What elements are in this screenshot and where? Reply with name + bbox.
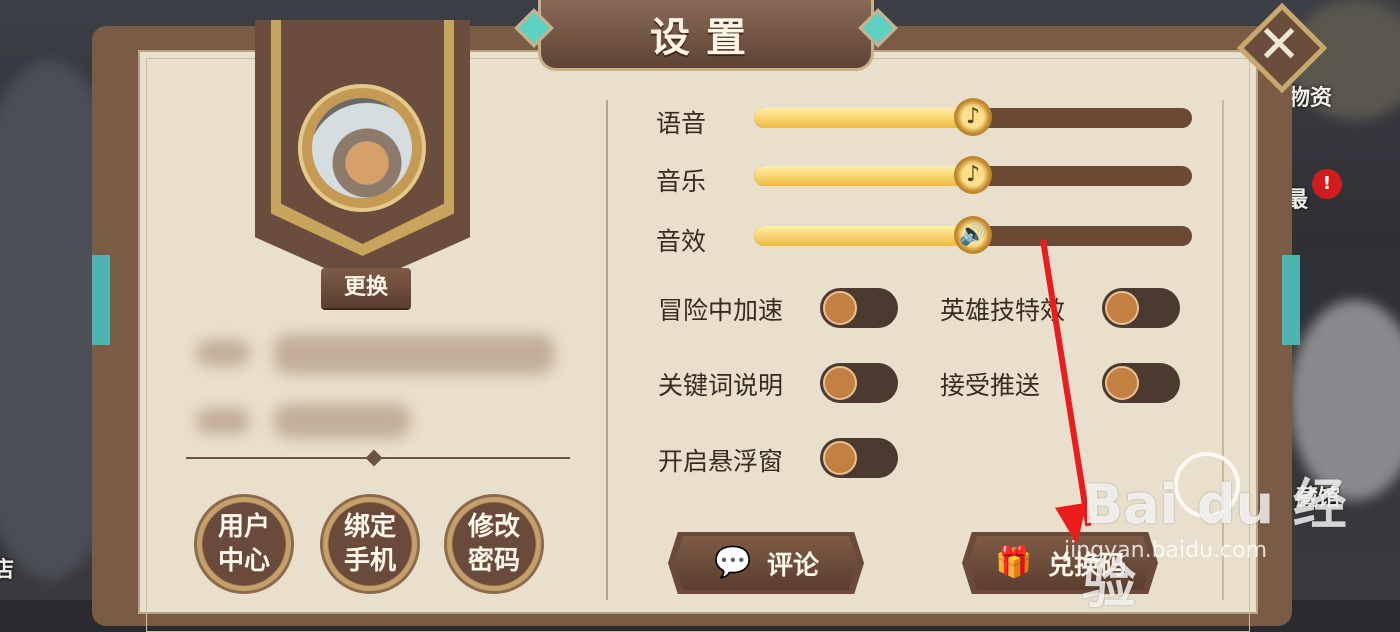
voice-label: 语音 — [656, 109, 707, 138]
hero-skill-fx-label: 英雄技特效 — [940, 296, 1066, 325]
accept-push-label: 接受推送 — [940, 371, 1041, 400]
page-title: 设置 — [650, 15, 762, 61]
keyword-desc-toggle[interactable] — [820, 363, 898, 403]
blurred-id-value — [274, 404, 410, 438]
user-center-label: 用户 中心 — [217, 512, 270, 576]
floating-window-label: 开启悬浮窗 — [658, 447, 784, 476]
hero-skill-fx-toggle[interactable] — [1102, 288, 1180, 328]
toggle-knob — [823, 366, 857, 400]
music-slider-fill — [754, 166, 973, 186]
comment-label: 评论 — [766, 550, 819, 581]
gift-icon: 🎁 — [995, 545, 1033, 580]
blurred-name-value — [274, 334, 554, 374]
bg-label-supplies: 物资 — [1288, 86, 1333, 111]
change-password-button[interactable]: 修改 密码 — [444, 494, 544, 594]
comment-button[interactable]: 💬 评论 — [668, 532, 864, 594]
column-divider — [606, 100, 608, 600]
adventure-speedup-toggle[interactable] — [820, 288, 898, 328]
sfx-slider[interactable]: 🔊 — [754, 216, 1192, 254]
avatar-portrait-icon — [312, 98, 412, 198]
music-note-icon[interactable]: ♪ — [954, 98, 992, 136]
change-avatar-button[interactable]: 更换 — [321, 268, 411, 308]
speaker-icon[interactable]: 🔊 — [954, 216, 992, 254]
close-icon: ✕ — [1257, 15, 1301, 75]
user-center-button[interactable]: 用户 中心 — [194, 494, 294, 594]
sfx-label: 音效 — [656, 227, 707, 256]
speech-bubble-icon: 💬 — [714, 545, 752, 580]
toggle-knob — [1105, 291, 1139, 325]
music-note-icon[interactable]: ♪ — [954, 156, 992, 194]
voice-slider-fill — [754, 108, 973, 128]
adventure-speedup-label: 冒险中加速 — [658, 296, 784, 325]
music-slider[interactable]: ♪ — [754, 156, 1192, 194]
toggle-knob — [823, 291, 857, 325]
alert-badge[interactable]: ! — [1312, 169, 1342, 199]
change-password-label: 修改 密码 — [467, 512, 520, 576]
right-side-tab — [1282, 255, 1300, 345]
voice-slider[interactable]: ♪ — [754, 98, 1192, 136]
bg-label-shop: 店 — [0, 558, 15, 583]
close-button[interactable]: ✕ — [1236, 2, 1328, 94]
bind-phone-button[interactable]: 绑定 手机 — [320, 494, 420, 594]
toggle-knob — [1105, 366, 1139, 400]
sfx-slider-fill — [754, 226, 973, 246]
left-side-tab — [92, 255, 110, 345]
avatar[interactable] — [298, 84, 426, 212]
keyword-desc-label: 关键词说明 — [658, 371, 784, 400]
watermark-url: jingyan.baidu.com — [1064, 538, 1268, 563]
bind-phone-label: 绑定 手机 — [343, 512, 396, 576]
floating-window-toggle[interactable] — [820, 438, 898, 478]
blurred-name-label — [196, 340, 250, 366]
blurred-id-label — [196, 408, 250, 434]
title-plate: 设置 — [538, 0, 874, 71]
accept-push-toggle[interactable] — [1102, 363, 1180, 403]
music-label: 音乐 — [656, 167, 707, 196]
toggle-knob — [823, 441, 857, 475]
